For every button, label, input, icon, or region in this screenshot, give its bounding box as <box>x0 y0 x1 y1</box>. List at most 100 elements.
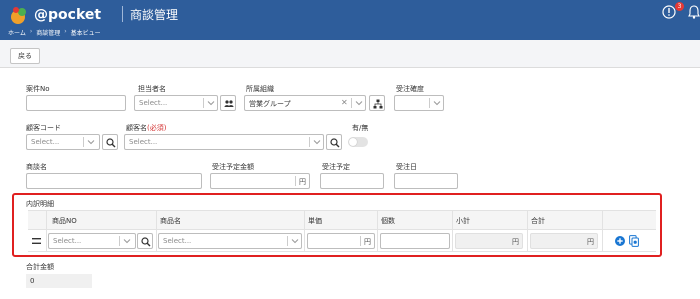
product-search-button[interactable] <box>137 233 153 249</box>
logo-text: @pocket <box>34 7 102 23</box>
yen-suffix: 円 <box>299 178 306 186</box>
column-divider <box>452 210 453 252</box>
select-separator <box>309 137 310 147</box>
org-select[interactable]: 営業グループ ✕ <box>244 95 366 111</box>
customer-code-search-button[interactable] <box>102 134 118 150</box>
suffix-separator <box>360 236 361 246</box>
column-divider <box>156 210 157 252</box>
product-no-placeholder: Select... <box>53 237 82 245</box>
product-name-placeholder: Select... <box>163 237 192 245</box>
breadcrumb-view: 基本ビュー <box>70 30 101 37</box>
drag-handle-icon[interactable] <box>32 238 41 244</box>
breadcrumb-separator: › <box>29 28 33 35</box>
deal-name-input[interactable] <box>26 173 202 189</box>
confidence-select[interactable] <box>394 95 444 111</box>
toolbar <box>0 40 700 68</box>
case-no-label: 案件No <box>26 85 50 93</box>
users-icon <box>224 100 234 107</box>
row-total-field: 円 <box>530 233 598 249</box>
required-marker: (必須) <box>147 124 167 132</box>
search-icon <box>330 138 340 148</box>
select-separator <box>203 98 204 108</box>
owner-placeholder: Select... <box>139 99 168 107</box>
column-header-product-name: 商品名 <box>160 217 181 225</box>
chevron-down-icon <box>355 101 363 106</box>
column-header-quantity: 個数 <box>381 217 395 225</box>
expected-amount-input[interactable]: 円 <box>210 173 310 189</box>
details-title: 内訳明細 <box>26 200 54 208</box>
expected-amount-label: 受注予定金額 <box>212 163 254 171</box>
select-separator <box>83 137 84 147</box>
breadcrumb: ホーム › 商談管理 › 基本ビュー <box>8 28 101 37</box>
search-icon <box>106 138 116 148</box>
expected-date-label: 受注予定 <box>322 163 350 171</box>
column-header-subtotal: 小計 <box>456 217 470 225</box>
chevron-down-icon <box>433 101 441 106</box>
column-divider <box>602 210 603 252</box>
column-header-unit-price: 単価 <box>308 217 322 225</box>
suffix-separator <box>295 176 296 186</box>
customer-name-search-button[interactable] <box>326 134 342 150</box>
logo-icon <box>11 7 26 24</box>
org-label: 所属組織 <box>246 85 274 93</box>
customer-name-select[interactable]: Select... <box>124 134 324 150</box>
column-divider <box>304 210 305 252</box>
bell-icon[interactable] <box>688 5 700 19</box>
org-chart-icon <box>373 99 383 109</box>
product-no-select[interactable]: Select... <box>48 233 136 249</box>
org-value: 営業グループ <box>249 100 291 108</box>
customer-name-placeholder: Select... <box>129 138 158 146</box>
unit-price-input[interactable]: 円 <box>307 233 375 249</box>
clear-icon[interactable]: ✕ <box>341 98 348 107</box>
user-group-button[interactable] <box>220 95 236 111</box>
owner-select[interactable]: Select... <box>134 95 218 111</box>
column-divider <box>527 210 528 252</box>
column-header-product-no: 商品NO <box>52 217 77 225</box>
yen-suffix: 円 <box>364 238 371 246</box>
app-title: 商談管理 <box>130 8 179 22</box>
customer-code-label: 顧客コード <box>26 124 61 132</box>
yen-suffix: 円 <box>512 238 519 246</box>
breadcrumb-separator: › <box>64 28 67 35</box>
total-amount-value: 0 <box>26 274 92 288</box>
details-grid-header <box>28 210 656 230</box>
customer-code-select[interactable]: Select... <box>26 134 100 150</box>
select-separator <box>119 236 120 246</box>
select-separator <box>429 98 430 108</box>
column-header-total: 合計 <box>531 217 545 225</box>
chevron-down-icon <box>207 101 215 106</box>
quantity-input[interactable] <box>380 233 450 249</box>
deal-name-label: 商談名 <box>26 163 47 171</box>
chevron-down-icon <box>123 239 131 244</box>
owner-label: 担当者名 <box>138 85 166 93</box>
header-divider <box>122 6 123 22</box>
copy-row-icon[interactable] <box>629 235 639 247</box>
select-separator <box>351 98 352 108</box>
toggle-knob <box>349 138 357 146</box>
select-separator <box>287 236 288 246</box>
active-toggle[interactable] <box>348 137 368 147</box>
order-date-label: 受注日 <box>396 163 417 171</box>
top-header: @pocket 商談管理 ホーム › 商談管理 › 基本ビュー 3 <box>0 0 700 40</box>
chevron-down-icon <box>313 140 321 145</box>
expected-date-input[interactable] <box>320 173 384 189</box>
notification-badge: 3 <box>675 2 684 11</box>
add-row-icon[interactable] <box>615 236 625 246</box>
yen-suffix: 円 <box>587 238 594 246</box>
order-date-input[interactable] <box>394 173 458 189</box>
column-divider <box>46 210 47 252</box>
column-divider <box>377 210 378 252</box>
confidence-label: 受注確度 <box>396 85 424 93</box>
back-button[interactable]: 戻る <box>10 48 40 64</box>
chevron-down-icon <box>87 140 95 145</box>
product-name-select[interactable]: Select... <box>158 233 302 249</box>
subtotal-field: 円 <box>455 233 523 249</box>
search-icon <box>141 237 151 247</box>
info-icon[interactable] <box>662 5 676 19</box>
active-label: 有/無 <box>352 124 369 132</box>
breadcrumb-home[interactable]: ホーム <box>8 28 26 37</box>
org-tree-button[interactable] <box>369 95 385 111</box>
case-no-input[interactable] <box>26 95 126 111</box>
total-amount-label: 合計金額 <box>26 263 54 271</box>
breadcrumb-deals[interactable]: 商談管理 <box>36 28 60 37</box>
